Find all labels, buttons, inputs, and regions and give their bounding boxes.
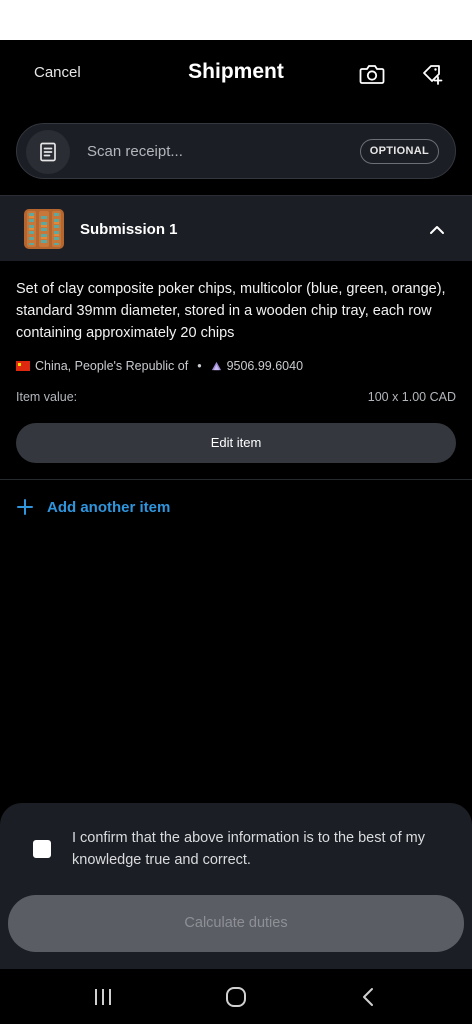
edit-item-button[interactable]: Edit item: [16, 423, 456, 463]
submission-title: Submission 1: [80, 221, 178, 238]
chevron-up-icon[interactable]: [425, 218, 449, 242]
calculate-duties-button[interactable]: Calculate duties: [8, 895, 464, 952]
item-meta: China, People's Republic of • 9506.99.60…: [16, 358, 303, 374]
item-value-row: Item value: 100 x 1.00 CAD: [16, 390, 456, 406]
section-divider: [0, 479, 472, 480]
status-bar: [0, 0, 472, 40]
home-icon[interactable]: [222, 983, 250, 1011]
cancel-button[interactable]: Cancel: [34, 64, 81, 81]
hs-code: 9506.99.6040: [226, 359, 304, 373]
meta-separator: •: [197, 359, 202, 373]
system-nav-bar: [0, 969, 472, 1024]
page-title: Shipment: [188, 60, 284, 83]
item-thumbnail: [24, 209, 64, 249]
scan-receipt-placeholder: Scan receipt...: [87, 143, 183, 160]
hs-code-icon: [211, 361, 221, 370]
scan-receipt-field[interactable]: Scan receipt... OPTIONAL: [16, 123, 456, 179]
item-description: Set of clay composite poker chips, multi…: [16, 281, 446, 341]
camera-icon[interactable]: [358, 60, 386, 88]
document-icon: [26, 130, 70, 174]
confirm-checkbox[interactable]: [33, 840, 51, 858]
origin-country: China, People's Republic of: [35, 359, 189, 373]
china-flag-icon: [16, 361, 30, 371]
back-icon[interactable]: [354, 983, 382, 1011]
item-value-label: Item value:: [16, 390, 78, 404]
tag-add-icon[interactable]: [418, 60, 446, 88]
app-header: Cancel Shipment: [0, 40, 472, 106]
add-another-item-button[interactable]: Add another item: [16, 497, 170, 517]
submission-header[interactable]: Submission 1: [0, 195, 472, 261]
recents-icon[interactable]: [89, 983, 117, 1011]
confirm-text: I confirm that the above information is …: [72, 830, 426, 868]
item-value-amount: 100 x 1.00 CAD: [367, 390, 456, 404]
optional-badge: OPTIONAL: [359, 139, 439, 164]
plus-icon: [17, 499, 33, 515]
add-another-item-label: Add another item: [47, 498, 171, 516]
confirmation-sheet: I confirm that the above information is …: [0, 803, 472, 969]
